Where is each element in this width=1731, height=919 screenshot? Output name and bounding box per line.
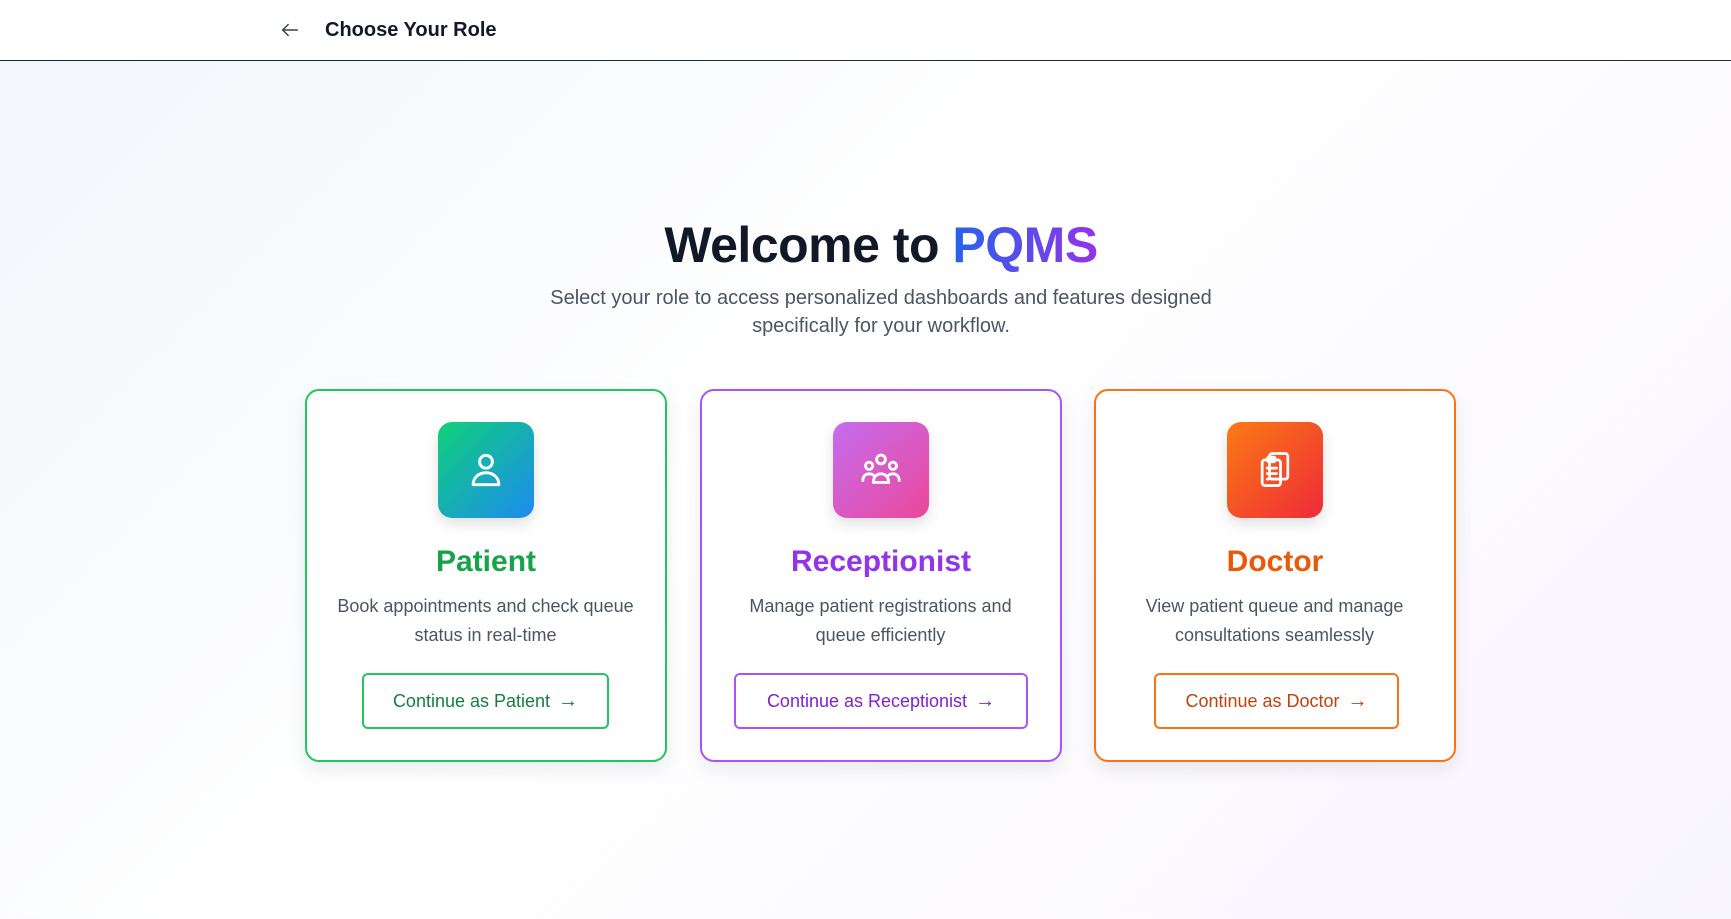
role-title-doctor: Doctor xyxy=(1226,545,1324,578)
brand-name: PQMS xyxy=(952,217,1098,273)
patient-icon-tile xyxy=(438,422,534,518)
button-label: Continue as Receptionist xyxy=(766,690,968,711)
role-title-patient: Patient xyxy=(435,545,537,578)
welcome-text: Welcome to xyxy=(664,217,953,273)
welcome-subtitle: Select your role to access personalized … xyxy=(550,287,1212,337)
welcome-heading: Welcome to PQMS xyxy=(0,210,1731,280)
arrow-right-icon: → xyxy=(558,690,579,712)
receptionist-icon-tile xyxy=(833,422,929,518)
button-label: Continue as Doctor xyxy=(1185,690,1340,711)
users-group-icon xyxy=(861,453,901,484)
role-title-receptionist: Receptionist xyxy=(790,545,972,578)
role-description-patient: Book appointments and check queue status… xyxy=(337,596,634,645)
arrow-right-icon: → xyxy=(975,690,996,712)
clipboard-icon xyxy=(1260,452,1290,487)
role-card-patient[interactable]: Patient Book appointments and check queu… xyxy=(305,389,667,762)
role-description-receptionist: Manage patient registrations and queue e… xyxy=(749,596,1012,645)
page-title: Choose Your Role xyxy=(325,19,497,41)
doctor-icon-tile xyxy=(1227,422,1323,518)
continue-as-patient-button[interactable]: Continue as Patient → xyxy=(362,673,609,729)
top-bar: Choose Your Role xyxy=(0,0,1731,61)
user-icon xyxy=(471,453,501,487)
role-card-receptionist[interactable]: Receptionist Manage patient registration… xyxy=(700,389,1062,762)
button-label: Continue as Patient xyxy=(392,690,551,711)
role-description-doctor: View patient queue and manage consultati… xyxy=(1145,596,1404,645)
continue-as-receptionist-button[interactable]: Continue as Receptionist → xyxy=(734,673,1028,729)
role-card-doctor[interactable]: Doctor View patient queue and manage con… xyxy=(1094,389,1456,762)
arrow-left-icon xyxy=(281,23,299,37)
arrow-right-icon: → xyxy=(1347,690,1368,712)
continue-as-doctor-button[interactable]: Continue as Doctor → xyxy=(1154,673,1399,729)
back-button[interactable] xyxy=(272,14,308,46)
